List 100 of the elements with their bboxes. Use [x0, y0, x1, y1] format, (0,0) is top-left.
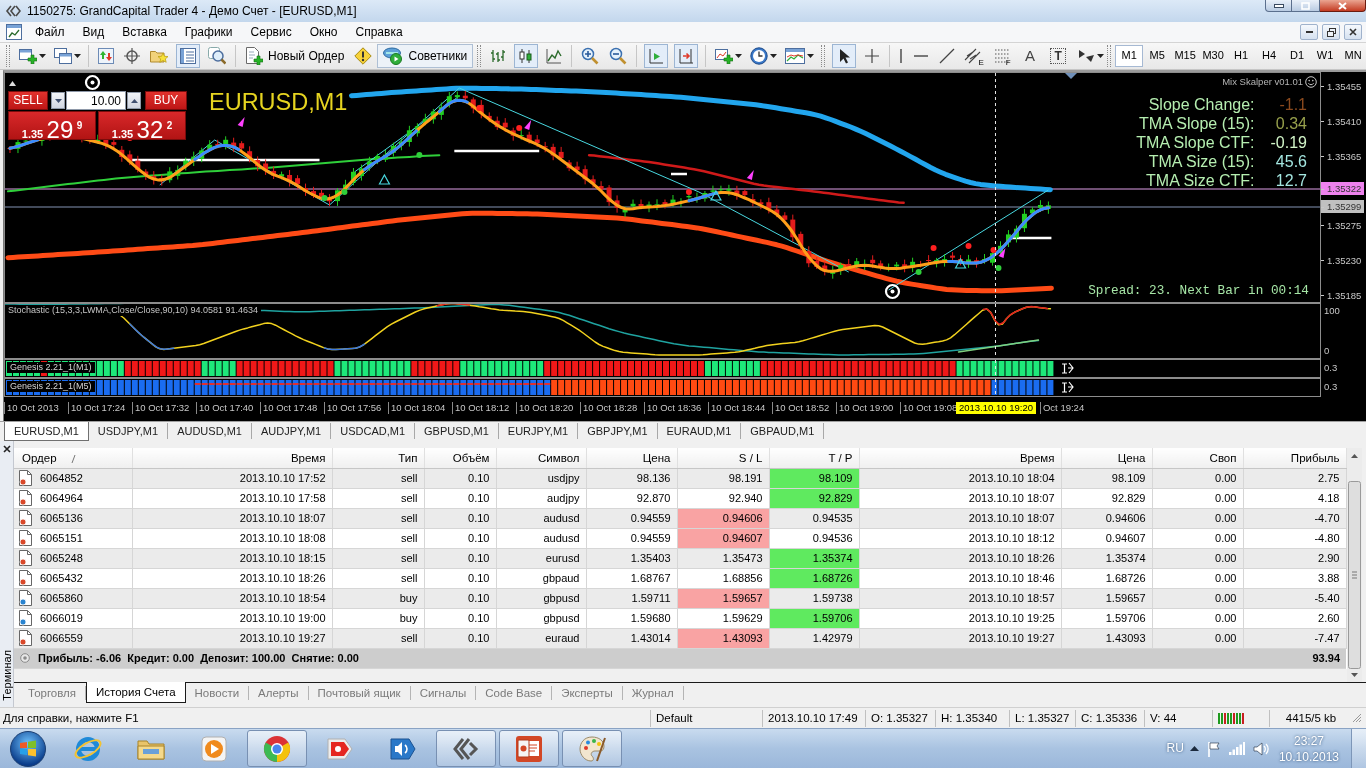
trendline-icon[interactable]: [939, 48, 956, 64]
terminal-tab[interactable]: Эксперты: [552, 686, 623, 700]
terminal-tab[interactable]: Журнал: [622, 686, 684, 700]
terminal-tab[interactable]: Code Base: [476, 686, 553, 700]
column-header[interactable]: S / L: [677, 448, 769, 468]
palette-icon[interactable]: [577, 733, 607, 764]
folder-star-icon[interactable]: [150, 48, 168, 64]
menu-item[interactable]: Файл: [26, 22, 74, 42]
column-header[interactable]: Ордер: [14, 448, 132, 468]
taskbar-button[interactable]: [562, 730, 622, 767]
new-chart-icon[interactable]: [19, 48, 37, 64]
close-button[interactable]: [1320, 0, 1366, 12]
caret-icon[interactable]: [39, 54, 46, 58]
timeframe-button[interactable]: MN: [1339, 45, 1366, 67]
candlestick-icon[interactable]: [514, 44, 539, 68]
zoom-out-icon[interactable]: [609, 47, 628, 65]
timeframe-button[interactable]: H1: [1227, 45, 1256, 67]
timeframe-button[interactable]: M5: [1143, 45, 1172, 67]
close-button[interactable]: [1344, 24, 1362, 40]
warning-icon[interactable]: [354, 47, 373, 65]
panel-icon[interactable]: [176, 44, 200, 68]
column-header[interactable]: Время: [132, 448, 332, 468]
menu-item[interactable]: Графики: [175, 22, 242, 42]
caret-icon[interactable]: [770, 54, 778, 58]
line-chart-icon[interactable]: [546, 48, 563, 64]
experts-button[interactable]: Советники: [377, 44, 474, 68]
minimize-button[interactable]: [1265, 0, 1292, 12]
timeframe-button[interactable]: D1: [1283, 45, 1312, 67]
terminal-tab[interactable]: Алерты: [249, 686, 309, 700]
column-header[interactable]: Время: [859, 448, 1061, 468]
cursor-icon[interactable]: [832, 44, 857, 68]
column-header[interactable]: Объём: [424, 448, 496, 468]
horizontal-line-icon[interactable]: [913, 54, 930, 58]
bar-chart-icon[interactable]: [490, 48, 507, 64]
terminal-tab[interactable]: Новости: [185, 686, 250, 700]
menu-item[interactable]: Справка: [346, 22, 412, 42]
chart-tab[interactable]: GBPAUD,M1: [741, 423, 825, 439]
show-desktop-button[interactable]: [1351, 729, 1366, 768]
autoscroll-icon[interactable]: [644, 44, 669, 68]
menu-item[interactable]: Вид: [73, 22, 114, 42]
taskbar-button[interactable]: [436, 730, 496, 767]
chart-shift-icon[interactable]: [674, 44, 699, 68]
resize-grip-icon[interactable]: [1352, 713, 1362, 723]
close-icon[interactable]: [2, 445, 11, 453]
timeframe-button[interactable]: M15: [1171, 45, 1200, 67]
speaker-icon[interactable]: [1252, 741, 1269, 756]
column-header[interactable]: T / P: [769, 448, 859, 468]
timeframe-button[interactable]: M1: [1115, 45, 1144, 67]
windows-icon[interactable]: [54, 48, 72, 64]
terminal-tab[interactable]: Почтовый ящик: [308, 686, 411, 700]
crosshair-icon[interactable]: [864, 48, 881, 64]
vertical-line-icon[interactable]: [899, 48, 904, 64]
indicator-plus-icon[interactable]: [715, 48, 734, 64]
flag-icon[interactable]: [1206, 740, 1221, 757]
minimize-button[interactable]: [1300, 24, 1318, 40]
chart-tab[interactable]: AUDJPY,M1: [251, 423, 332, 439]
terminal-tab[interactable]: Сигналы: [410, 686, 477, 700]
column-header[interactable]: Цена: [586, 448, 677, 468]
channel-tool-button[interactable]: E: [962, 45, 987, 67]
menu-item[interactable]: Вставка: [113, 22, 176, 42]
caret-icon[interactable]: [74, 54, 81, 58]
arrows-icon[interactable]: [1077, 48, 1096, 64]
column-header[interactable]: Цена: [1061, 448, 1152, 468]
column-header[interactable]: Прибыль: [1243, 448, 1346, 468]
caret-up-icon[interactable]: [1189, 746, 1199, 751]
magnifier-icon[interactable]: [208, 47, 226, 65]
start-orb-icon[interactable]: [8, 729, 48, 768]
chart-tab[interactable]: USDJPY,M1: [88, 423, 169, 439]
column-header[interactable]: Своп: [1152, 448, 1243, 468]
column-header[interactable]: Символ: [496, 448, 586, 468]
timeframe-button[interactable]: H4: [1255, 45, 1284, 67]
template-icon[interactable]: [785, 48, 806, 64]
chart-tab[interactable]: EURUSD,M1: [4, 422, 89, 441]
caret-icon[interactable]: [735, 54, 743, 58]
restore-button[interactable]: [1322, 24, 1340, 40]
menu-item[interactable]: Окно: [300, 22, 347, 42]
taskbar-button[interactable]: [499, 730, 559, 767]
maximize-button[interactable]: [1292, 0, 1320, 12]
menu-item[interactable]: Сервис: [241, 22, 301, 42]
timeframe-button[interactable]: M30: [1199, 45, 1228, 67]
chart-tab[interactable]: GBPJPY,M1: [578, 423, 658, 439]
terminal-tab[interactable]: История Счета: [86, 682, 186, 703]
chart-tab[interactable]: EURAUD,M1: [657, 423, 742, 439]
column-header[interactable]: Тип: [332, 448, 424, 468]
taskbar-button[interactable]: [247, 730, 307, 767]
timeframe-button[interactable]: W1: [1311, 45, 1340, 67]
clock-icon[interactable]: [750, 47, 769, 65]
fibonacci-tool-button[interactable]: F: [990, 45, 1015, 67]
wheel-icon[interactable]: [262, 733, 292, 764]
zoom-in-icon[interactable]: [581, 47, 600, 65]
chart-tab[interactable]: USDCAD,M1: [331, 423, 416, 439]
slides-icon[interactable]: [514, 733, 544, 764]
chart-tab[interactable]: GBPUSD,M1: [415, 423, 499, 439]
text-tool-button[interactable]: A: [1018, 45, 1043, 67]
new-order-button[interactable]: Новый Ордер: [240, 44, 350, 68]
caret-icon[interactable]: [1097, 54, 1105, 58]
chart-tab[interactable]: AUDUSD,M1: [168, 423, 252, 439]
label-tool-button[interactable]: T: [1046, 45, 1071, 67]
crosshair-icon[interactable]: [124, 48, 140, 64]
caret-icon[interactable]: [807, 54, 815, 58]
